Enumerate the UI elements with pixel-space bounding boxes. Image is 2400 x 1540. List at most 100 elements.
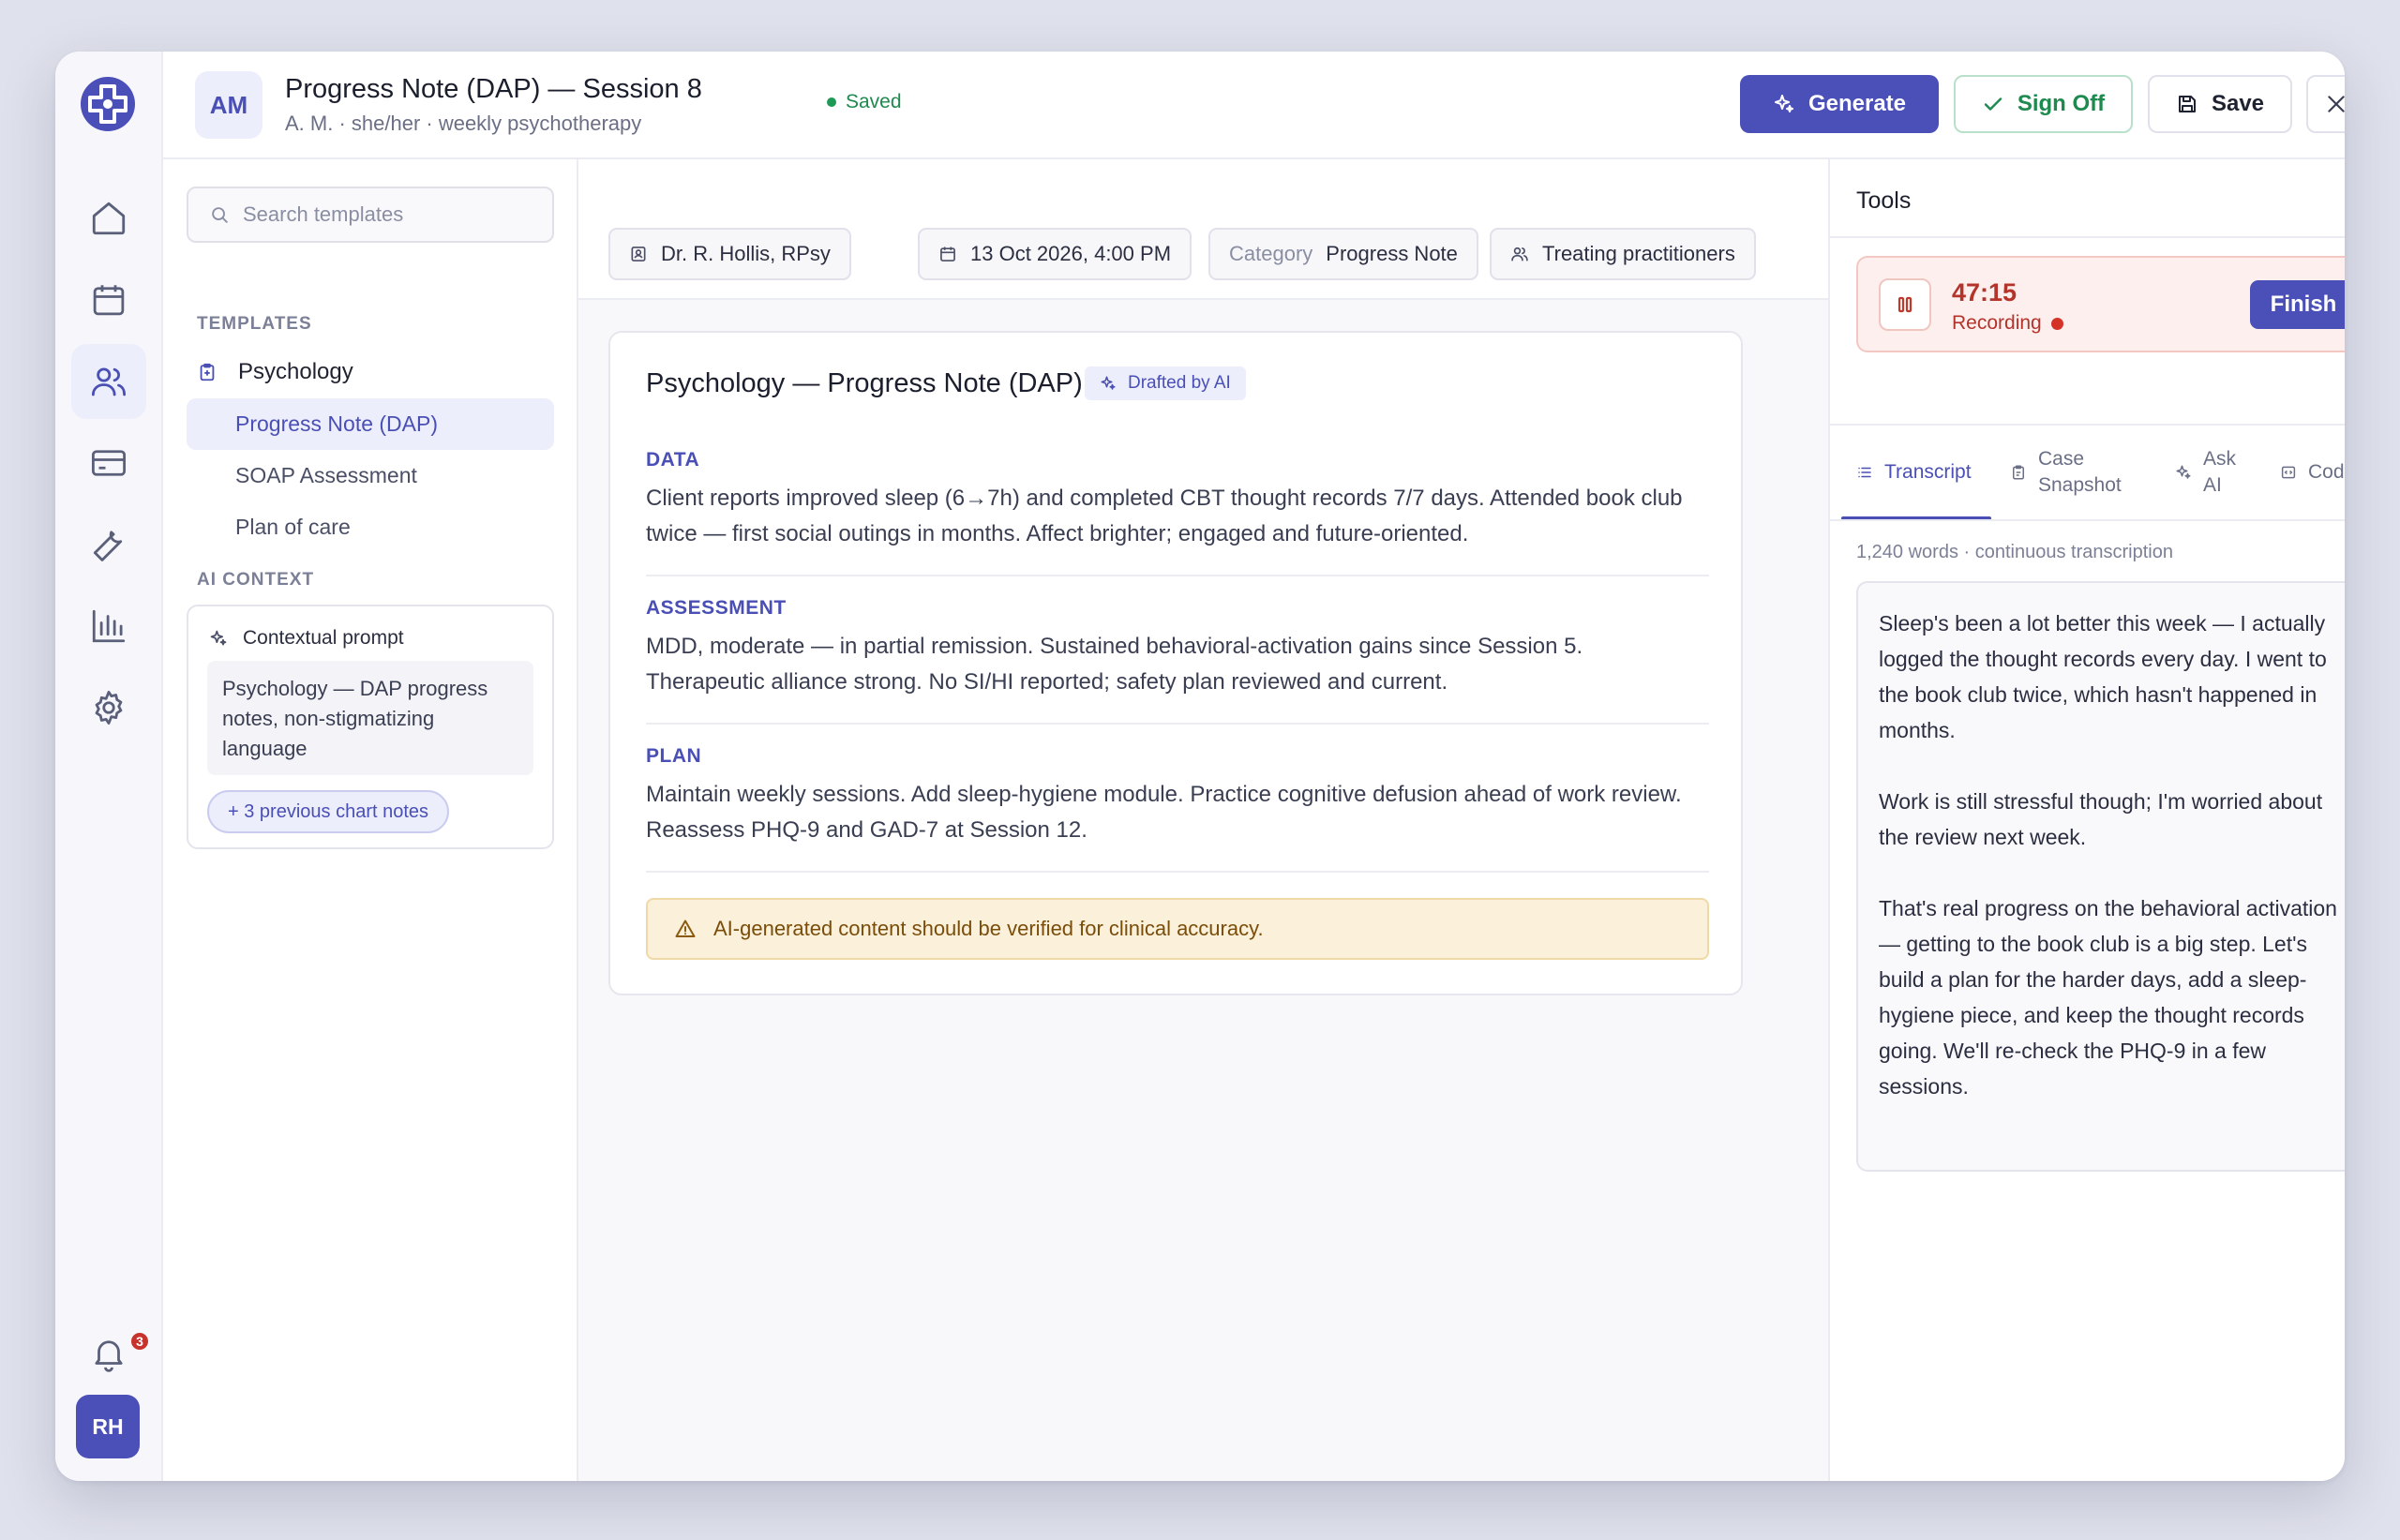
calendar-icon (93, 285, 125, 316)
clipboard-icon (2013, 465, 2024, 480)
gear-icon (95, 690, 123, 725)
data-section-text[interactable]: Client reports improved sleep (6→7h) and… (646, 481, 1696, 552)
note-editor: Dr. R. Hollis, RPsy 13 Oct 2026, 4:00 PM… (578, 159, 1828, 1481)
calendar-icon (940, 247, 955, 262)
save-status-text: Saved (846, 91, 902, 112)
section-divider (646, 575, 1709, 576)
category-pill[interactable]: Category Progress Note (1208, 228, 1478, 280)
recording-timer: 47:15 (1952, 278, 2018, 307)
template-search[interactable] (187, 187, 554, 243)
users-icon (1511, 247, 1528, 262)
template-item-progress-note[interactable]: Progress Note (DAP) (187, 398, 554, 450)
session-datetime: 13 Oct 2026, 4:00 PM (970, 242, 1172, 265)
category-label: Category (1229, 242, 1313, 265)
save-status-badge: Saved (827, 91, 902, 113)
code-icon (2281, 466, 2296, 479)
category-value: Progress Note (1326, 242, 1458, 265)
users-icon (91, 367, 127, 396)
plan-section-label: PLAN (646, 745, 702, 767)
search-input[interactable] (243, 202, 543, 227)
contextual-prompt-text[interactable]: Psychology — DAP progress notes, non-sti… (207, 661, 533, 775)
nav-rail: 3 RH (55, 52, 163, 1481)
user-avatar[interactable]: RH (76, 1395, 140, 1458)
finish-recording-button[interactable]: Finish (2250, 280, 2345, 329)
home-icon (92, 202, 126, 235)
practitioner-pill[interactable]: Dr. R. Hollis, RPsy (608, 228, 851, 280)
search-icon (212, 207, 228, 223)
tools-panel: Tools 47:15 Recording Finish Transcript … (1828, 159, 2345, 1481)
sign-off-button[interactable]: Sign Off (1954, 75, 2133, 133)
sparkle-icon (210, 630, 227, 646)
treating-practitioners-pill[interactable]: Treating practitioners (1490, 228, 1756, 280)
close-button[interactable] (2306, 75, 2345, 133)
tab-transcript-label: Transcript (1884, 461, 1972, 483)
template-sidebar: TEMPLATES Psychology Progress Note (DAP)… (163, 159, 578, 1481)
tab-coding-label: Coding (2308, 461, 2345, 483)
tab-case-snapshot-label: Case Snapshot (2038, 448, 2122, 496)
rail-notifications-button[interactable]: 3 (71, 1316, 150, 1391)
sparkle-icon (1774, 95, 1793, 112)
rail-settings-button[interactable] (71, 670, 146, 745)
rail-reports-button[interactable] (71, 589, 146, 664)
clipboard-icon (200, 363, 215, 381)
template-item-soap-assessment[interactable]: SOAP Assessment (187, 450, 554, 501)
app-window: 3 RH AM Progress Note (DAP) — Session 8 … (55, 52, 2345, 1481)
ai-context-section-label: AI CONTEXT (197, 570, 315, 590)
folder-label: Psychology (238, 359, 353, 384)
recording-status: Recording (1952, 312, 2063, 335)
generate-button[interactable]: Generate (1740, 75, 1939, 133)
transcript-paragraph: Work is still stressful though; I'm worr… (1879, 789, 2323, 849)
template-item-plan-of-care[interactable]: Plan of care (187, 501, 554, 553)
transcript-paragraph: Sleep's been a lot better this week — I … (1879, 611, 2327, 742)
folder-psychology[interactable]: Psychology (197, 359, 353, 385)
tab-case-snapshot[interactable]: Case Snapshot (2010, 426, 2122, 519)
section-divider (646, 871, 1709, 873)
save-button[interactable]: Save (2148, 75, 2292, 133)
note-title: Psychology — Progress Note (DAP) (646, 368, 1083, 398)
tab-ask-ai[interactable]: Ask AI (2175, 426, 2250, 519)
datetime-pill[interactable]: 13 Oct 2026, 4:00 PM (918, 228, 1192, 280)
rail-billing-button[interactable] (71, 426, 146, 501)
tab-transcript[interactable]: Transcript (1856, 426, 1972, 519)
notification-badge: 3 (129, 1331, 150, 1352)
patient-avatar: AM (195, 71, 262, 139)
transcript-paragraph: That's real progress on the behavioral a… (1879, 896, 2337, 1099)
divider (1830, 519, 2345, 521)
transcript-word-count: 1,240 words · continuous transcription (1856, 542, 2173, 562)
section-divider (646, 723, 1709, 725)
id-badge-icon (631, 247, 646, 262)
recording-card: 47:15 Recording Finish (1856, 256, 2345, 352)
sparkle-icon (2176, 465, 2191, 479)
tab-ask-ai-label: Ask AI (2203, 448, 2237, 496)
bar-chart-icon (92, 609, 126, 643)
rail-home-button[interactable] (71, 181, 146, 256)
drafted-by-ai-badge: Drafted by AI (1085, 366, 1246, 400)
rail-patients-button[interactable] (71, 344, 146, 419)
contextual-prompt-label: Contextual prompt (243, 627, 404, 649)
practitioner-name: Dr. R. Hollis, RPsy (661, 242, 831, 265)
tools-title: Tools (1856, 187, 1912, 214)
rail-tools-button[interactable] (71, 507, 146, 582)
pause-icon (1898, 296, 1912, 313)
pause-recording-button[interactable] (1879, 278, 1931, 331)
data-section-label: DATA (646, 449, 700, 471)
patient-subtitle: A. M. · she/her · weekly psychotherapy (285, 112, 642, 135)
transcript-box[interactable]: Sleep's been a lot better this week — I … (1856, 581, 2345, 1172)
recording-status-text: Recording (1952, 312, 2042, 334)
status-dot (827, 97, 836, 107)
bell-icon (95, 1340, 123, 1372)
generate-label: Generate (1808, 91, 1907, 116)
rail-calendar-button[interactable] (71, 262, 146, 337)
contextual-prompt-header: Contextual prompt (209, 627, 404, 650)
note-meta-bar: Dr. R. Hollis, RPsy 13 Oct 2026, 4:00 PM… (578, 159, 1828, 300)
templates-section-label: TEMPLATES (197, 314, 312, 334)
tab-coding[interactable]: Coding (2280, 426, 2345, 519)
sparkle-icon (1101, 376, 1116, 390)
plan-section-text[interactable]: Maintain weekly sessions. Add sleep-hygi… (646, 777, 1696, 848)
assessment-section-text[interactable]: MDD, moderate — in partial remission. Su… (646, 629, 1696, 700)
previous-chart-notes-chip[interactable]: + 3 previous chart notes (207, 790, 450, 833)
app-logo-icon (81, 77, 135, 131)
note-header: AM Progress Note (DAP) — Session 8 A. M.… (163, 52, 2345, 159)
wrench-icon (93, 531, 123, 561)
note-card: Psychology — Progress Note (DAP) Drafted… (608, 331, 1743, 995)
